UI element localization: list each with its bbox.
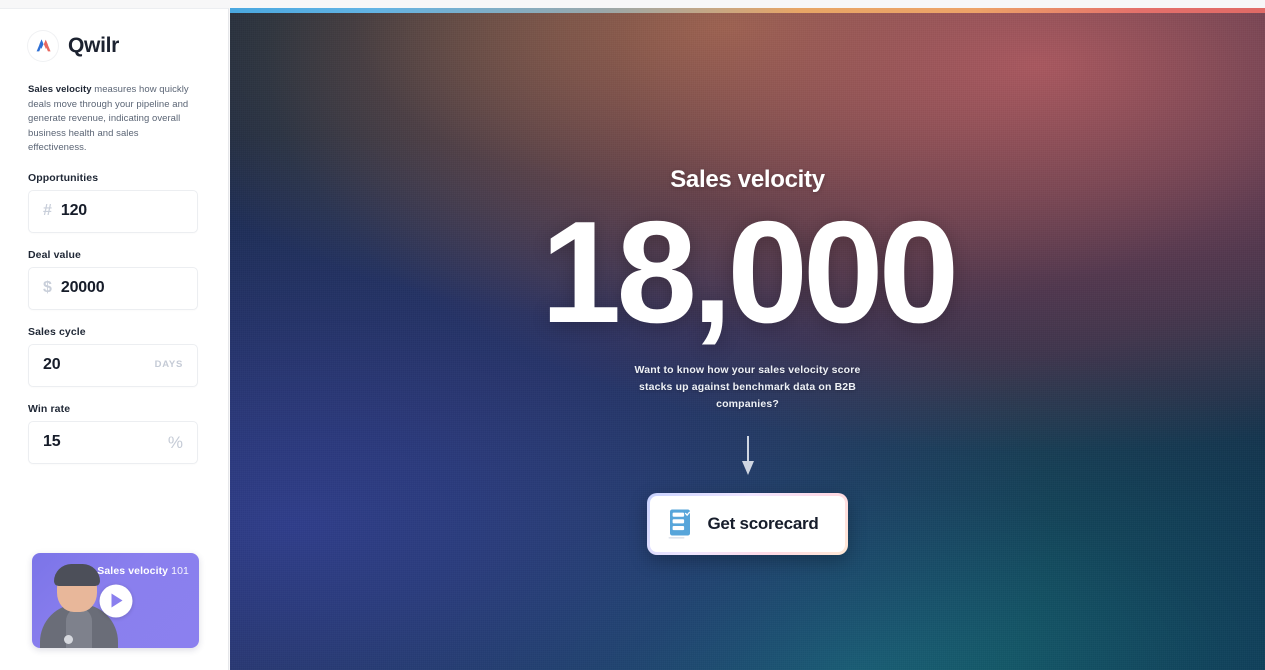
input-value-sales-cycle[interactable]: 20: [43, 357, 155, 373]
hash-icon: #: [43, 202, 52, 219]
brand-name: Qwilr: [68, 34, 120, 57]
video-title-main: Sales velocity: [97, 565, 169, 577]
field-label-win-rate: Win rate: [28, 402, 71, 415]
field-sales-cycle: Sales cycle 20 DAYS: [28, 326, 198, 387]
video-title-number: 101: [171, 565, 189, 577]
play-icon[interactable]: [99, 584, 132, 617]
dollar-icon: $: [43, 279, 52, 296]
field-label-sales-cycle: Sales cycle: [28, 325, 86, 338]
input-win-rate[interactable]: 15 %: [28, 420, 198, 464]
input-value-opportunities[interactable]: 120: [61, 203, 183, 219]
input-value-deal-value[interactable]: 20000: [61, 280, 183, 296]
input-value-win-rate[interactable]: 15: [43, 434, 168, 450]
hero-content: Sales velocity 18,000 Want to know how y…: [230, 8, 1265, 670]
field-label-opportunities: Opportunities: [28, 171, 99, 184]
cta-glow-frame: Get scorecard: [647, 492, 848, 555]
hero-subtext: Want to know how your sales velocity sco…: [634, 363, 861, 410]
field-win-rate: Win rate 15 %: [28, 403, 198, 464]
qwilr-logo-icon: [28, 31, 58, 61]
video-thumbnail-card[interactable]: Sales velocity 101: [32, 553, 199, 648]
description-text: Sales velocity measures how quickly deal…: [28, 83, 196, 156]
input-deal-value[interactable]: $ 20000: [28, 266, 198, 310]
hero-eyebrow: Sales velocity: [670, 166, 825, 193]
field-deal-value: Deal value $ 20000: [28, 249, 198, 310]
arrow-down-icon: [741, 435, 754, 475]
input-opportunities[interactable]: # 120: [28, 189, 198, 233]
video-title: Sales velocity 101: [97, 565, 189, 577]
scorecard-icon: [668, 509, 691, 539]
field-opportunities: Opportunities # 120: [28, 172, 198, 233]
hero-panel: Sales velocity 18,000 Want to know how y…: [230, 8, 1265, 670]
unit-days: DAYS: [154, 359, 183, 371]
description-lead: Sales velocity: [28, 84, 92, 95]
sales-velocity-value: 18,000: [540, 191, 959, 353]
field-label-deal-value: Deal value: [28, 248, 81, 261]
get-scorecard-button[interactable]: Get scorecard: [650, 495, 845, 552]
sales-velocity-calculator-page: Qwilr Sales velocity measures how quickl…: [0, 0, 1265, 670]
get-scorecard-label: Get scorecard: [707, 513, 819, 533]
page-scrollbar[interactable]: [1261, 8, 1265, 670]
unit-percent: %: [167, 432, 183, 452]
input-sales-cycle[interactable]: 20 DAYS: [28, 343, 198, 387]
brand-header: Qwilr: [0, 9, 228, 61]
scrollbar-thumb[interactable]: [1261, 8, 1265, 218]
sidebar: Qwilr Sales velocity measures how quickl…: [0, 8, 229, 670]
